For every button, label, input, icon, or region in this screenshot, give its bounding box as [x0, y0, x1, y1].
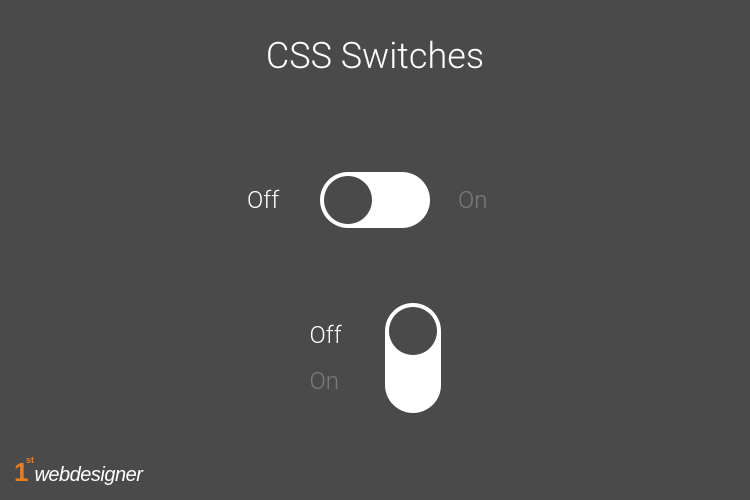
horizontal-switch-group: Off On: [0, 172, 750, 228]
switch-knob: [389, 307, 437, 355]
vertical-toggle-switch[interactable]: [385, 303, 441, 413]
switch1-on-label: On: [458, 186, 503, 214]
logo: 1 st webdesigner: [14, 457, 142, 488]
logo-prefix: 1 st: [14, 457, 28, 488]
logo-suffix: st: [26, 455, 34, 465]
switch1-off-label: Off: [247, 186, 292, 214]
logo-text: webdesigner: [34, 464, 142, 487]
switch2-off-label: Off: [310, 321, 355, 349]
horizontal-toggle-switch[interactable]: [320, 172, 430, 228]
switch-knob: [324, 176, 372, 224]
switch2-labels: Off On: [310, 321, 355, 395]
switch2-on-label: On: [310, 367, 355, 395]
vertical-switch-group: Off On: [0, 303, 750, 413]
page-title: CSS Switches: [0, 0, 750, 77]
